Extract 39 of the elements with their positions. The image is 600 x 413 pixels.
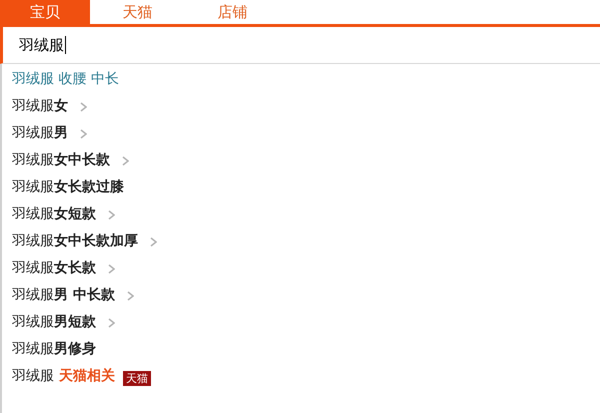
store-badge: 天猫 — [123, 371, 151, 386]
suggestion-prefix: 羽绒服 — [12, 178, 54, 197]
suggestion-prefix: 羽绒服 — [12, 286, 54, 305]
suggestion-item[interactable]: 羽绒服女短款 — [2, 201, 600, 228]
suggestion-item[interactable]: 羽绒服 收腰 中长 — [12, 69, 119, 90]
suggestion-keyword: 女 — [54, 97, 68, 116]
suggestion-prefix: 羽绒服 — [12, 151, 54, 170]
suggestion-prefix: 羽绒服 — [12, 232, 54, 251]
suggestion-keyword: 女短款 — [54, 205, 96, 224]
suggestion-item[interactable]: 羽绒服 天猫相关 天猫 — [2, 363, 600, 390]
suggestion-keyword: 女长款 — [54, 259, 96, 278]
suggestion-item[interactable]: 羽绒服男修身 — [2, 336, 600, 363]
suggestion-prefix: 羽绒服 — [12, 367, 54, 386]
suggestion-prefix: 羽绒服 — [12, 259, 54, 278]
suggestion-keyword: 男修身 — [54, 340, 96, 359]
suggestion-item[interactable]: 羽绒服女 — [2, 93, 600, 120]
suggestion-item[interactable]: 羽绒服女中长款 — [2, 147, 600, 174]
suggestion-item[interactable]: 羽绒服女长款过膝 — [2, 174, 600, 201]
suggestion-prefix: 羽绒服 — [12, 97, 54, 116]
search-text: 羽绒服 — [19, 34, 64, 56]
suggestion-item[interactable]: 羽绒服男 — [2, 120, 600, 147]
suggestion-keyword: 男 — [54, 124, 68, 143]
suggestion-keyword: 女中长款 — [54, 151, 110, 170]
suggestion-item[interactable]: 羽绒服男 中长款 — [2, 282, 600, 309]
suggestion-item[interactable]: 羽绒服女长款 — [2, 255, 600, 282]
suggestion-prefix: 羽绒服 — [12, 205, 54, 224]
suggestion-prefix: 羽绒服 — [12, 124, 54, 143]
suggestion-keyword: 女长款过膝 — [54, 178, 124, 197]
text-cursor — [65, 36, 66, 54]
suggestion-item[interactable]: 羽绒服男短款 — [2, 309, 600, 336]
suggestion-keyword: 天猫相关 — [59, 367, 115, 386]
suggestion-item[interactable]: 羽绒服女中长款加厚 — [2, 228, 600, 255]
suggestion-prefix: 羽绒服 — [12, 340, 54, 359]
suggestion-keyword: 男短款 — [54, 313, 96, 332]
search-field[interactable]: 羽绒服 — [0, 24, 600, 64]
suggestion-keyword: 男 中长款 — [54, 286, 115, 305]
suggestion-prefix: 羽绒服 — [12, 313, 54, 332]
search-tab[interactable]: 宝贝 — [0, 0, 90, 24]
suggestion-keyword: 女中长款加厚 — [54, 232, 138, 251]
